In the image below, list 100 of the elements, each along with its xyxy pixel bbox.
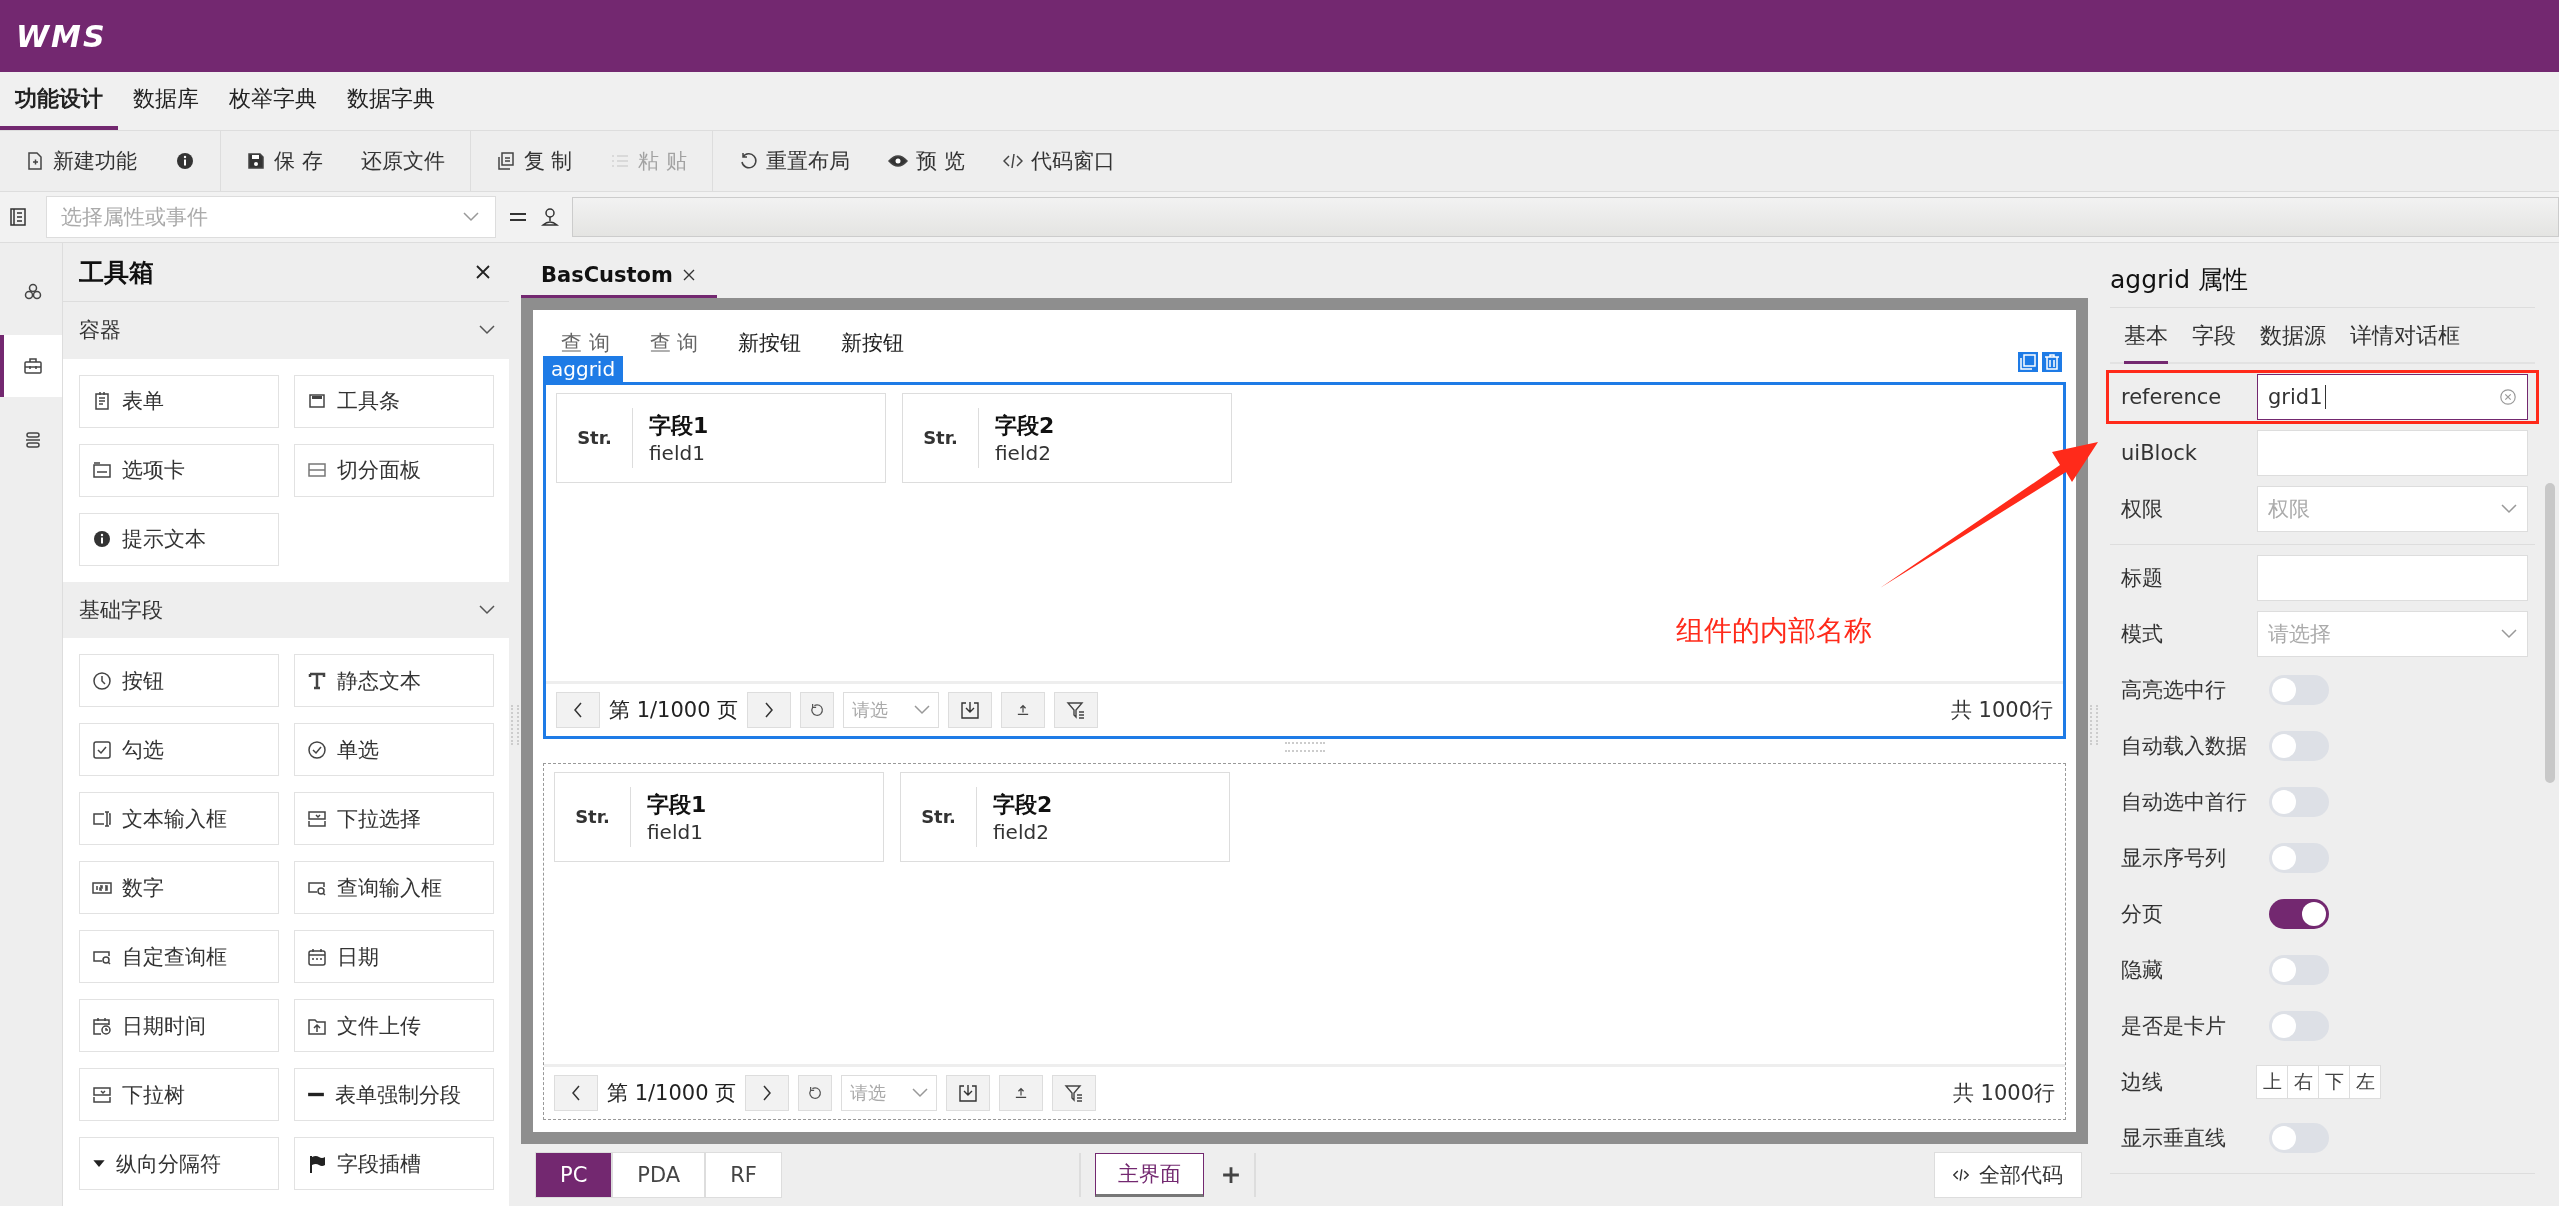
resize-handle[interactable] <box>511 704 519 745</box>
platform-tab[interactable]: PC <box>535 1152 613 1198</box>
toolbox-item[interactable]: 字段插槽 <box>294 1137 494 1190</box>
toggle-switch[interactable] <box>2269 899 2329 929</box>
toolbox-item[interactable]: 勾选 <box>79 723 279 776</box>
copy-icon[interactable] <box>2018 352 2038 372</box>
section-header[interactable]: 容器 <box>63 302 509 359</box>
text-field[interactable]: grid1 <box>2257 374 2528 420</box>
toggle-switch[interactable] <box>2269 675 2329 705</box>
menu-tab[interactable]: 数据库 <box>118 72 214 130</box>
data-grid[interactable]: Str. 字段1 field1 Str. 字段2 field2 第 1/1000 页 请选 共 1000行 <box>543 763 2066 1120</box>
toolbox-item[interactable]: 日期 <box>294 930 494 983</box>
upload-icon <box>1017 704 1030 716</box>
page-indicator: 第 1/1000 页 <box>609 697 739 724</box>
page-tab[interactable]: 主界面 <box>1095 1153 1205 1197</box>
toolbar-button[interactable]: 新建功能 <box>15 141 147 181</box>
annotation-text: 组件的内部名称 <box>1676 613 1872 649</box>
field-card[interactable]: Str. 字段1 field1 <box>554 772 884 862</box>
border-side-button[interactable]: 右 <box>2287 1065 2319 1099</box>
toolbox-item[interactable]: 日期时间 <box>79 999 279 1052</box>
clear-icon[interactable] <box>2499 388 2517 406</box>
toolbar-button[interactable]: 还原文件 <box>350 141 455 181</box>
property-tab[interactable]: 详情对话框 <box>2350 321 2460 364</box>
pin-icon[interactable] <box>540 207 560 227</box>
toolbox-item[interactable]: 查询输入框 <box>294 861 494 914</box>
upload-button[interactable] <box>1001 692 1046 728</box>
toolbox-item[interactable]: 下拉树 <box>79 1068 279 1121</box>
text-field[interactable] <box>2257 430 2528 476</box>
text-field-icon <box>92 808 112 829</box>
toolbox-item[interactable]: 数字 <box>79 861 279 914</box>
section-header[interactable]: 基础字段 <box>63 581 509 638</box>
refresh-button[interactable] <box>800 692 835 728</box>
toolbox-item[interactable]: 纵向分隔符 <box>79 1137 279 1190</box>
toolbox-item[interactable]: 文本输入框 <box>79 792 279 845</box>
scrollbar[interactable] <box>2545 483 2555 783</box>
filter-button[interactable] <box>1054 692 1099 728</box>
toolbox-item[interactable]: 文件上传 <box>294 999 494 1052</box>
previous-page-button[interactable] <box>554 1075 598 1111</box>
toolbar-button[interactable]: 复 制 <box>485 141 583 181</box>
toolbox-item[interactable]: 选项卡 <box>79 443 279 497</box>
field-label: 权限 <box>2121 496 2164 523</box>
property-tab[interactable]: 基本 <box>2124 321 2168 364</box>
toolbox-item[interactable]: 工具条 <box>294 374 494 428</box>
toggle-switch[interactable] <box>2269 955 2329 985</box>
next-page-button[interactable] <box>745 1075 790 1111</box>
field-card[interactable]: Str. 字段2 field2 <box>902 393 1232 483</box>
type-label: Str. <box>901 787 977 847</box>
field-card[interactable]: Str. 字段2 field2 <box>900 772 1230 862</box>
toolbox-item[interactable]: 表单 <box>79 374 279 428</box>
all-code-button[interactable]: 全部代码 <box>1934 1152 2082 1198</box>
toolbox-item[interactable]: 下拉选择 <box>294 792 494 845</box>
toolbox-item[interactable]: 静态文本 <box>294 654 494 707</box>
toolbox-item[interactable]: 自定查询框 <box>79 930 279 983</box>
download-icon <box>958 1083 979 1103</box>
trash-icon[interactable] <box>2042 352 2062 372</box>
canvas-button[interactable]: 新按钮 <box>728 326 812 360</box>
toggle-switch[interactable] <box>2269 843 2329 873</box>
toolbox-item[interactable]: 表单强制分段 <box>294 1068 494 1121</box>
download-button[interactable] <box>948 692 993 728</box>
toolbar-button[interactable]: 预 览 <box>878 141 975 181</box>
toggle-switch[interactable] <box>2269 1123 2329 1153</box>
field-label: 是否是卡片 <box>2121 1013 2227 1040</box>
menu-tab[interactable]: 枚举字典 <box>214 72 332 130</box>
toggle-switch[interactable] <box>2269 1011 2329 1041</box>
expression-field[interactable] <box>572 197 2559 237</box>
border-side-button[interactable]: 下 <box>2318 1065 2350 1099</box>
property-tab[interactable]: 字段 <box>2192 321 2236 364</box>
toolbox-item[interactable]: 切分面板 <box>294 443 494 497</box>
toolbar-button[interactable]: 代码窗口 <box>992 141 1125 181</box>
property-tab[interactable]: 数据源 <box>2260 321 2326 364</box>
refresh-button[interactable] <box>798 1075 833 1111</box>
sidebar-tab[interactable] <box>0 335 62 397</box>
resize-handle[interactable] <box>1284 742 1325 752</box>
menu-tab[interactable]: 数据字典 <box>332 72 450 130</box>
filter-button[interactable] <box>1052 1075 1097 1111</box>
border-side-button[interactable]: 左 <box>2349 1065 2381 1099</box>
type-label: Str. <box>555 787 631 847</box>
add-icon[interactable] <box>1222 1166 1241 1184</box>
border-side-button[interactable]: 上 <box>2256 1065 2288 1099</box>
toolbox-item[interactable]: 提示文本 <box>79 512 279 566</box>
field-card[interactable]: Str. 字段1 field1 <box>556 393 886 483</box>
canvas-button[interactable]: 新按钮 <box>831 326 915 360</box>
hexagons-icon <box>23 282 43 302</box>
toolbox-item[interactable]: 单选 <box>294 723 494 776</box>
toolbar-button[interactable]: 重置布局 <box>728 141 861 181</box>
upload-button[interactable] <box>999 1075 1044 1111</box>
document-icon[interactable] <box>8 207 28 227</box>
chevron-right-icon <box>764 702 775 718</box>
toggle-switch[interactable] <box>2269 787 2329 817</box>
download-button[interactable] <box>946 1075 991 1111</box>
toggle-switch[interactable] <box>2269 731 2329 761</box>
platform-tab[interactable]: PDA <box>612 1152 706 1198</box>
platform-tab[interactable]: RF <box>705 1152 782 1198</box>
close-icon[interactable] <box>682 268 695 281</box>
resize-handle[interactable] <box>2090 704 2098 745</box>
text-field[interactable] <box>2257 555 2528 601</box>
next-page-button[interactable] <box>747 692 792 728</box>
toolbox-item[interactable]: 按钮 <box>79 654 279 707</box>
toolbar-button[interactable]: 保 存 <box>236 141 333 181</box>
previous-page-button[interactable] <box>556 692 600 728</box>
